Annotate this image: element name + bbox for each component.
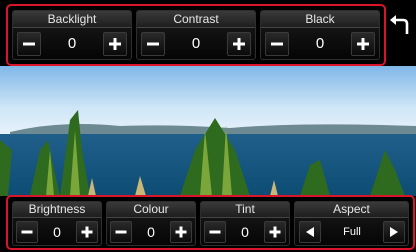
tint-control: Tint 0 [200,201,290,246]
backlight-increase-button[interactable] [103,32,127,56]
colour-value: 0 [147,224,155,240]
plus-icon [81,226,93,238]
contrast-label: Contrast [137,11,255,28]
brightness-label: Brightness [13,202,101,218]
contrast-increase-button[interactable] [227,32,251,56]
black-decrease-button[interactable] [265,32,289,56]
aspect-previous-button[interactable] [299,221,321,243]
colour-increase-button[interactable] [170,221,192,243]
black-increase-button[interactable] [351,32,375,56]
contrast-decrease-button[interactable] [141,32,165,56]
backlight-control: Backlight 0 [12,10,132,60]
aspect-value: Full [343,226,361,238]
bottom-settings-panel: Brightness 0 Colour 0 Tint 0 Aspect Full [6,195,415,250]
left-arrow-icon [306,227,314,237]
minus-icon [115,230,127,234]
contrast-value: 0 [191,35,201,52]
backlight-decrease-button[interactable] [17,32,41,56]
backlight-label: Backlight [13,11,131,28]
aspect-next-button[interactable] [383,221,405,243]
black-value: 0 [315,35,325,52]
brightness-control: Brightness 0 [12,201,102,246]
minus-icon [23,42,35,46]
minus-icon [209,230,221,234]
right-arrow-icon [390,227,398,237]
colour-control: Colour 0 [106,201,196,246]
brightness-value: 0 [53,224,61,240]
minus-icon [147,42,159,46]
minus-icon [271,42,283,46]
aspect-control: Aspect Full [294,201,409,246]
back-button[interactable] [387,12,413,38]
back-arrow-icon [390,15,409,34]
aspect-label: Aspect [295,202,408,218]
plus-icon [175,226,187,238]
black-control: Black 0 [260,10,380,60]
brightness-decrease-button[interactable] [16,221,38,243]
backlight-value: 0 [67,35,77,52]
top-settings-panel: Backlight 0 Contrast 0 Black 0 [6,4,386,66]
plus-icon [269,226,281,238]
tint-value: 0 [241,224,249,240]
brightness-increase-button[interactable] [76,221,98,243]
plus-icon [357,38,369,50]
plus-icon [233,38,245,50]
colour-label: Colour [107,202,195,218]
tint-decrease-button[interactable] [204,221,226,243]
contrast-control: Contrast 0 [136,10,256,60]
tint-label: Tint [201,202,289,218]
colour-decrease-button[interactable] [110,221,132,243]
minus-icon [21,230,33,234]
black-label: Black [261,11,379,28]
plus-icon [109,38,121,50]
tint-increase-button[interactable] [264,221,286,243]
